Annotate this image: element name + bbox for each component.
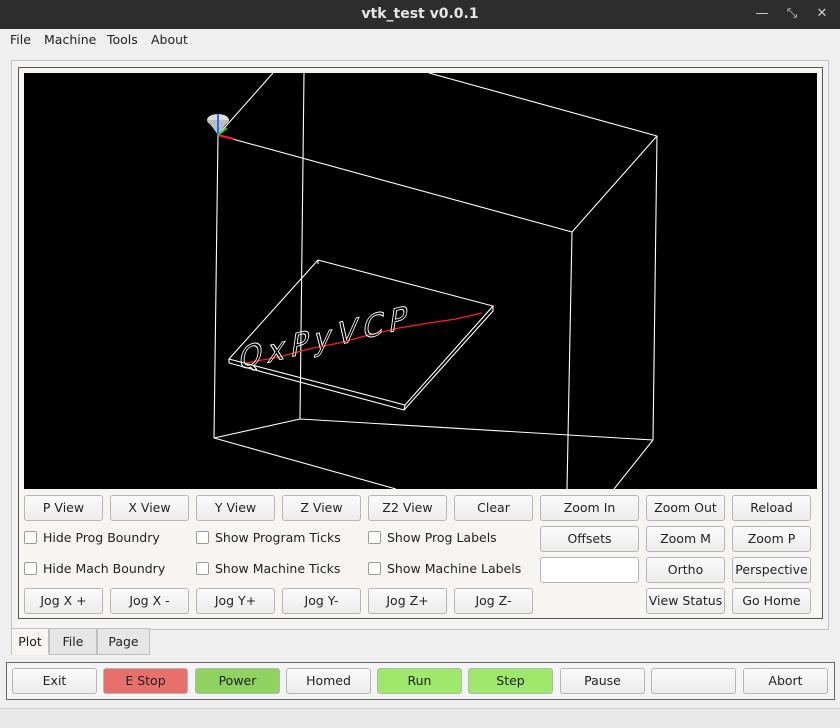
menu-machine[interactable]: Machine — [42, 31, 98, 49]
offset-input[interactable] — [540, 557, 639, 583]
vtk-3d-viewport[interactable]: QxPyVCP — [24, 73, 817, 489]
jog-x-plus-button[interactable]: Jog X + — [24, 588, 103, 614]
minimize-icon[interactable]: — — [752, 5, 772, 23]
step-button[interactable]: Step — [468, 668, 553, 694]
restore-icon[interactable]: ⤡ — [782, 5, 802, 23]
engraving-text: QxPyVCP — [237, 298, 416, 378]
title-bar: vtk_test v0.0.1 — ⤡ ✕ — [0, 0, 840, 29]
show-machine-ticks-checkbox[interactable]: Show Machine Ticks — [196, 560, 340, 578]
close-icon[interactable]: ✕ — [812, 5, 832, 23]
abort-button[interactable]: Abort — [743, 668, 828, 694]
jog-x-minus-button[interactable]: Jog X - — [110, 588, 189, 614]
e-stop-button[interactable]: E Stop — [103, 668, 188, 694]
checkbox-box[interactable] — [196, 531, 209, 544]
perspective-button[interactable]: Perspective — [732, 557, 811, 583]
checkbox-box[interactable] — [368, 531, 381, 544]
z2-view-button[interactable]: Z2 View — [368, 495, 447, 521]
zoom-out-button[interactable]: Zoom Out — [646, 495, 725, 521]
jog-z-minus-button[interactable]: Jog Z- — [454, 588, 533, 614]
run-button[interactable]: Run — [377, 668, 462, 694]
tab-plot[interactable]: Plot — [11, 628, 49, 655]
blank-button[interactable] — [651, 668, 736, 694]
ortho-button[interactable]: Ortho — [646, 557, 725, 583]
checkbox-box[interactable] — [368, 562, 381, 575]
y-view-button[interactable]: Y View — [196, 495, 275, 521]
status-bar — [0, 708, 840, 728]
show-machine-labels-label: Show Machine Labels — [387, 561, 522, 576]
homed-button[interactable]: Homed — [286, 668, 371, 694]
p-view-button[interactable]: P View — [24, 495, 103, 521]
x-view-button[interactable]: X View — [110, 495, 189, 521]
jog-z-plus-button[interactable]: Jog Z+ — [368, 588, 447, 614]
offsets-button[interactable]: Offsets — [540, 526, 639, 552]
checkbox-box[interactable] — [196, 562, 209, 575]
menu-file[interactable]: File — [8, 31, 33, 49]
jog-y-minus-button[interactable]: Jog Y- — [282, 588, 361, 614]
checkbox-box[interactable] — [24, 531, 37, 544]
hide-prog-boundry-checkbox[interactable]: Hide Prog Boundry — [24, 529, 160, 547]
tool-cone-icon — [207, 114, 235, 140]
show-machine-labels-checkbox[interactable]: Show Machine Labels — [368, 560, 521, 578]
show-prog-labels-label: Show Prog Labels — [387, 530, 497, 545]
checkbox-box[interactable] — [24, 562, 37, 575]
show-program-ticks-checkbox[interactable]: Show Program Ticks — [196, 529, 341, 547]
window-title: vtk_test v0.0.1 — [361, 6, 479, 22]
power-button[interactable]: Power — [195, 668, 280, 694]
exit-button[interactable]: Exit — [12, 668, 97, 694]
z-view-button[interactable]: Z View — [282, 495, 361, 521]
reload-button[interactable]: Reload — [732, 495, 811, 521]
zoom-p-button[interactable]: Zoom P — [732, 526, 811, 552]
zoom-in-button[interactable]: Zoom In — [540, 495, 639, 521]
tab-file[interactable]: File — [49, 628, 97, 655]
menu-about[interactable]: About — [149, 31, 190, 49]
view-status-button[interactable]: View Status — [646, 588, 725, 614]
clear-button[interactable]: Clear — [454, 495, 533, 521]
menu-bar: File Machine Tools About — [0, 29, 840, 51]
show-program-ticks-label: Show Program Ticks — [215, 530, 341, 545]
menu-tools[interactable]: Tools — [105, 31, 140, 49]
jog-y-plus-button[interactable]: Jog Y+ — [196, 588, 275, 614]
machine-boundary-box — [213, 73, 658, 489]
show-machine-ticks-label: Show Machine Ticks — [215, 561, 341, 576]
show-prog-labels-checkbox[interactable]: Show Prog Labels — [368, 529, 497, 547]
tab-page[interactable]: Page — [97, 628, 150, 655]
pause-button[interactable]: Pause — [560, 668, 645, 694]
hide-mach-boundry-label: Hide Mach Boundry — [43, 561, 166, 576]
hide-mach-boundry-checkbox[interactable]: Hide Mach Boundry — [24, 560, 165, 578]
go-home-button[interactable]: Go Home — [732, 588, 811, 614]
hide-prog-boundry-label: Hide Prog Boundry — [43, 530, 160, 545]
zoom-m-button[interactable]: Zoom M — [646, 526, 725, 552]
